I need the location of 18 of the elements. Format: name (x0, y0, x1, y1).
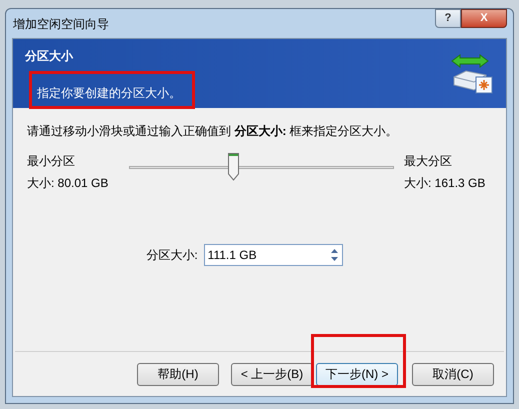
max-label: 最大分区 (404, 153, 453, 170)
header-title: 分区大小 (25, 48, 74, 65)
wizard-button[interactable]: 帮助(H) (137, 362, 219, 386)
header-subtitle: 指定你要创建的分区大小。 (37, 86, 181, 100)
help-button[interactable]: ? (435, 9, 461, 28)
max-size: 大小: 161.3 GB (404, 175, 486, 192)
wizard-button[interactable]: 取消(C) (412, 362, 494, 386)
slider-thumb[interactable] (228, 153, 239, 181)
min-label: 最小分区 (27, 153, 76, 170)
wizard-button[interactable]: 下一步(N) > (316, 362, 398, 386)
window-title: 增加空闲空间向导 (12, 16, 109, 32)
size-spin-field[interactable]: 111.1 GB (204, 244, 343, 266)
instruction-text: 请通过移动小滑块或通过输入正确值到 分区大小: 框来指定分区大小。 (27, 123, 399, 140)
min-size: 大小: 80.01 GB (27, 175, 110, 192)
wizard-button[interactable]: < 上一步(B) (231, 362, 313, 386)
size-value: 111.1 GB (206, 247, 258, 264)
size-field-label: 分区大小: (146, 247, 198, 264)
spin-arrows-icon[interactable] (330, 247, 339, 263)
